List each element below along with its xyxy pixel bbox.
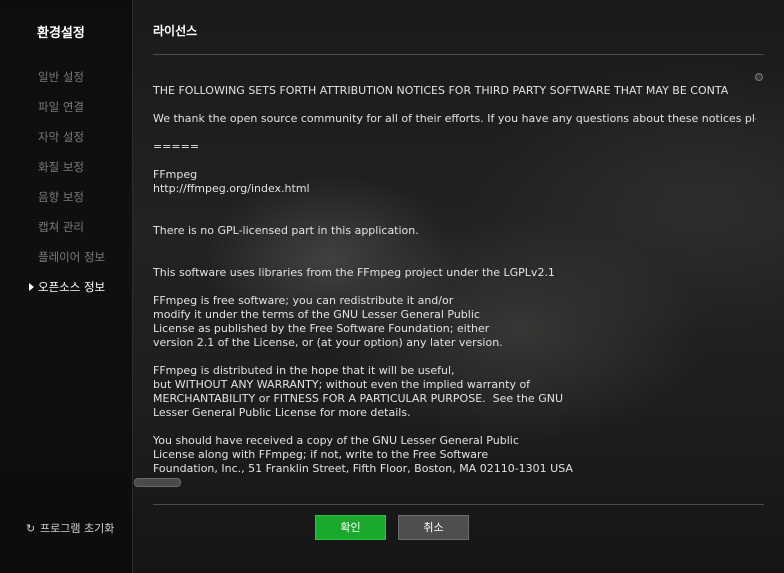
sidebar-divider xyxy=(132,0,133,573)
settings-title: 환경설정 xyxy=(37,26,85,41)
license-text-area[interactable]: THE FOLLOWING SETS FORTH ATTRIBUTION NOT… xyxy=(153,63,756,473)
horizontal-scrollbar-thumb[interactable] xyxy=(134,478,181,487)
page-title: 라이선스 xyxy=(153,24,198,38)
ok-button[interactable]: 확인 xyxy=(315,515,386,540)
sidebar-item-video-quality[interactable]: 화질 보정 xyxy=(0,158,132,188)
cancel-button[interactable]: 취소 xyxy=(398,515,469,540)
license-text: THE FOLLOWING SETS FORTH ATTRIBUTION NOT… xyxy=(153,84,756,473)
sidebar-item-open-source[interactable]: 오픈소스 정보 xyxy=(0,278,132,308)
sidebar-item-capture[interactable]: 캡쳐 관리 xyxy=(0,218,132,248)
sidebar-item-label: 오픈소스 정보 xyxy=(38,280,106,294)
reset-label: 프로그램 초기화 xyxy=(40,522,115,535)
sidebar-item-audio[interactable]: 음향 보정 xyxy=(0,188,132,218)
vertical-scrollbar-thumb[interactable] xyxy=(755,73,763,81)
reset-program-button[interactable]: ↻ 프로그램 초기화 xyxy=(26,520,114,536)
sidebar: 환경설정 일반 설정 파일 연결 자막 설정 화질 보정 음향 보정 캡쳐 관리… xyxy=(0,0,132,573)
sidebar-item-player-info[interactable]: 플레이어 정보 xyxy=(0,248,132,278)
refresh-icon: ↻ xyxy=(26,522,36,535)
sidebar-item-subtitle[interactable]: 자막 설정 xyxy=(0,128,132,158)
caret-right-icon xyxy=(29,283,34,291)
sidebar-item-general[interactable]: 일반 설정 xyxy=(0,68,132,98)
settings-menu: 일반 설정 파일 연결 자막 설정 화질 보정 음향 보정 캡쳐 관리 플레이어… xyxy=(0,68,132,308)
title-divider xyxy=(153,54,764,55)
footer-divider xyxy=(153,504,764,505)
sidebar-item-file-association[interactable]: 파일 연결 xyxy=(0,98,132,128)
